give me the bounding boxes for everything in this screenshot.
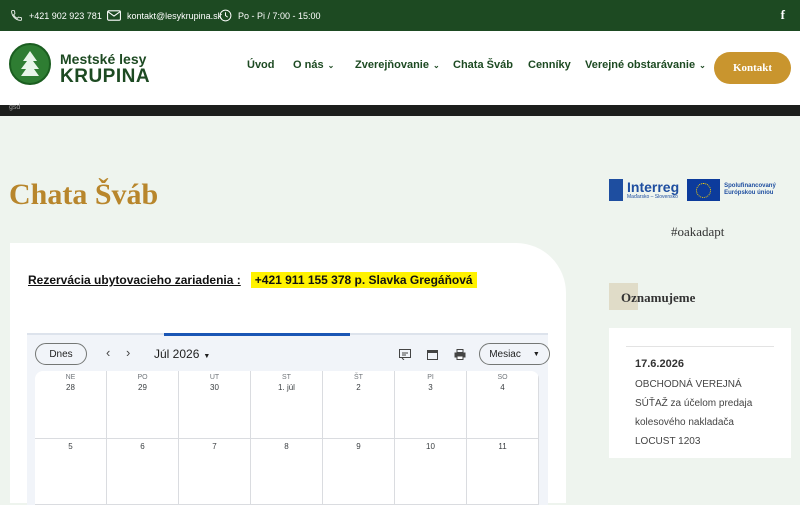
day-number: 2	[356, 383, 361, 392]
opening-hours: Po - Pi / 7:00 - 15:00	[219, 0, 321, 31]
reservation-label: Rezervácia ubytovacieho zariadenia :	[28, 273, 241, 287]
day-cell[interactable]: 5	[35, 439, 107, 505]
nav-label: Zverejňovanie	[355, 59, 429, 71]
day-cell[interactable]: 7	[179, 439, 251, 505]
day-number: 3	[428, 383, 433, 392]
nav-label: Chata Šváb	[453, 59, 513, 71]
calendar-grid: NE 28 PO 29 UT 30 ST 1. júl ŠT 2 PI 3 SO 4 5 6 …	[35, 371, 539, 505]
weekday-label: PO	[137, 374, 148, 381]
view-label: Mesiac	[489, 348, 521, 360]
day-cell[interactable]: 6	[107, 439, 179, 505]
nav-item-verejne-obstaravanie[interactable]: Verejné obstarávanie ⌄	[585, 59, 706, 71]
phone-text: +421 902 923 781	[29, 10, 102, 21]
reservation-contact: +421 911 155 378 p. Slavka Gregáňová	[250, 272, 477, 288]
eu-flag-icon	[687, 179, 721, 201]
hashtag-link[interactable]: #oakadapt	[671, 224, 724, 240]
today-button[interactable]: Dnes	[35, 343, 87, 365]
month-selector[interactable]: Júl 2026 ▼	[154, 347, 210, 361]
phone-contact[interactable]: +421 902 923 781	[10, 0, 102, 31]
strip-text: gsd	[9, 104, 21, 111]
day-cell[interactable]: 8	[251, 439, 323, 505]
divider	[626, 346, 774, 347]
eu-text-line2: Európskou úniou	[724, 190, 774, 196]
news-date: 17.6.2026	[635, 358, 684, 370]
news-text[interactable]: OBCHODNÁ VEREJNÁ SÚŤAŽ za účelom predaja…	[635, 375, 775, 451]
caret-down-icon: ▼	[532, 350, 540, 358]
booking-calendar: Dnes ‹ › Júl 2026 ▼ Mesiac ▼ NE 28 PO 29 UT 3…	[27, 333, 550, 505]
email-contact[interactable]: kontakt@lesykrupina.sk	[107, 0, 222, 31]
weekday-label: ST	[282, 374, 291, 381]
logo-text-line1[interactable]: Mestské lesy	[60, 51, 146, 67]
nav-label: Verejné obstarávanie	[585, 59, 696, 71]
nav-label: O nás	[293, 59, 324, 71]
day-number: 4	[500, 383, 505, 392]
nav-label: Úvod	[247, 59, 275, 71]
chevron-down-icon: ⌄	[432, 61, 440, 70]
interreg-sub: Maďarsko – Slovensko	[627, 194, 678, 200]
day-cell[interactable]: NE 28	[35, 371, 107, 439]
day-cell[interactable]: ST 1. júl	[251, 371, 323, 439]
interreg-logo[interactable]: Interreg Maďarsko – Slovensko	[609, 179, 679, 201]
chevron-down-icon: ⌄	[699, 61, 706, 70]
phone-icon	[11, 10, 22, 21]
partner-logos: Interreg Maďarsko – Slovensko Spolufinan…	[609, 179, 776, 201]
view-selector[interactable]: Mesiac ▼	[479, 343, 550, 365]
day-cell[interactable]: ŠT 2	[323, 371, 395, 439]
day-number: 28	[66, 383, 75, 392]
prev-month-icon[interactable]: ‹	[106, 345, 110, 360]
agenda-icon[interactable]	[399, 347, 411, 365]
day-cell[interactable]: PO 29	[107, 371, 179, 439]
day-number: 29	[138, 383, 147, 392]
weekday-label: NE	[65, 374, 76, 381]
month-label: Júl 2026	[154, 347, 200, 361]
nav-item-o-nas[interactable]: O nás ⌄	[293, 59, 334, 71]
calendar-accent-bar	[164, 333, 350, 336]
day-cell[interactable]: UT 30	[179, 371, 251, 439]
site-header: Mestské lesy KRUPINA Úvod O nás ⌄ Zverejň…	[0, 31, 800, 105]
day-cell[interactable]: 9	[323, 439, 395, 505]
calendar-icon[interactable]	[427, 347, 438, 365]
nav-item-cenniky[interactable]: Cenníky	[528, 59, 571, 71]
page-title: Chata Šváb	[9, 178, 159, 211]
eu-text-line1: Spolufinancovaný	[724, 182, 776, 189]
reservation-line: Rezervácia ubytovacieho zariadenia : +42…	[28, 272, 477, 288]
weekday-label: SO	[497, 374, 508, 381]
day-cell[interactable]: 10	[395, 439, 467, 505]
nav-label: Cenníky	[528, 59, 571, 71]
weekday-label: UT	[209, 374, 220, 381]
day-cell[interactable]: 11	[467, 439, 539, 505]
day-number: 30	[210, 383, 219, 392]
top-contact-bar: +421 902 923 781 kontakt@lesykrupina.sk …	[0, 0, 800, 31]
interreg-mark-icon	[609, 179, 623, 201]
eu-logo[interactable]: Spolufinancovaný Európskou úniou	[687, 179, 776, 201]
clock-icon	[219, 9, 232, 22]
nav-item-chata-svab[interactable]: Chata Šváb	[453, 59, 513, 71]
announcements-title: Oznamujeme	[621, 290, 696, 305]
nav-item-zverejnovanie[interactable]: Zverejňovanie ⌄	[355, 59, 440, 71]
content-card: Rezervácia ubytovacieho zariadenia : +42…	[10, 243, 566, 505]
nav-item-uvod[interactable]: Úvod	[247, 59, 275, 71]
mail-icon	[107, 10, 121, 21]
day-number: 1. júl	[278, 383, 295, 392]
kontakt-button[interactable]: Kontakt	[714, 52, 791, 84]
caret-down-icon: ▼	[203, 353, 211, 360]
next-month-icon[interactable]: ›	[126, 345, 130, 360]
logo-text-line2[interactable]: KRUPINA	[60, 66, 150, 88]
day-cell[interactable]: PI 3	[395, 371, 467, 439]
logo-emblem-icon[interactable]	[9, 43, 51, 85]
day-cell[interactable]: SO 4	[467, 371, 539, 439]
hours-text: Po - Pi / 7:00 - 15:00	[238, 10, 321, 21]
weekday-label: PI	[427, 374, 434, 381]
news-card[interactable]: 17.6.2026 OBCHODNÁ VEREJNÁ SÚŤAŽ za účel…	[609, 328, 791, 458]
print-icon[interactable]	[454, 347, 466, 365]
facebook-icon[interactable]: f	[781, 7, 785, 23]
chevron-down-icon: ⌄	[327, 61, 335, 70]
weekday-label: ŠT	[354, 374, 363, 381]
email-text: kontakt@lesykrupina.sk	[127, 10, 223, 21]
interreg-name: Interreg	[627, 179, 680, 195]
dark-strip: gsd	[0, 104, 800, 116]
